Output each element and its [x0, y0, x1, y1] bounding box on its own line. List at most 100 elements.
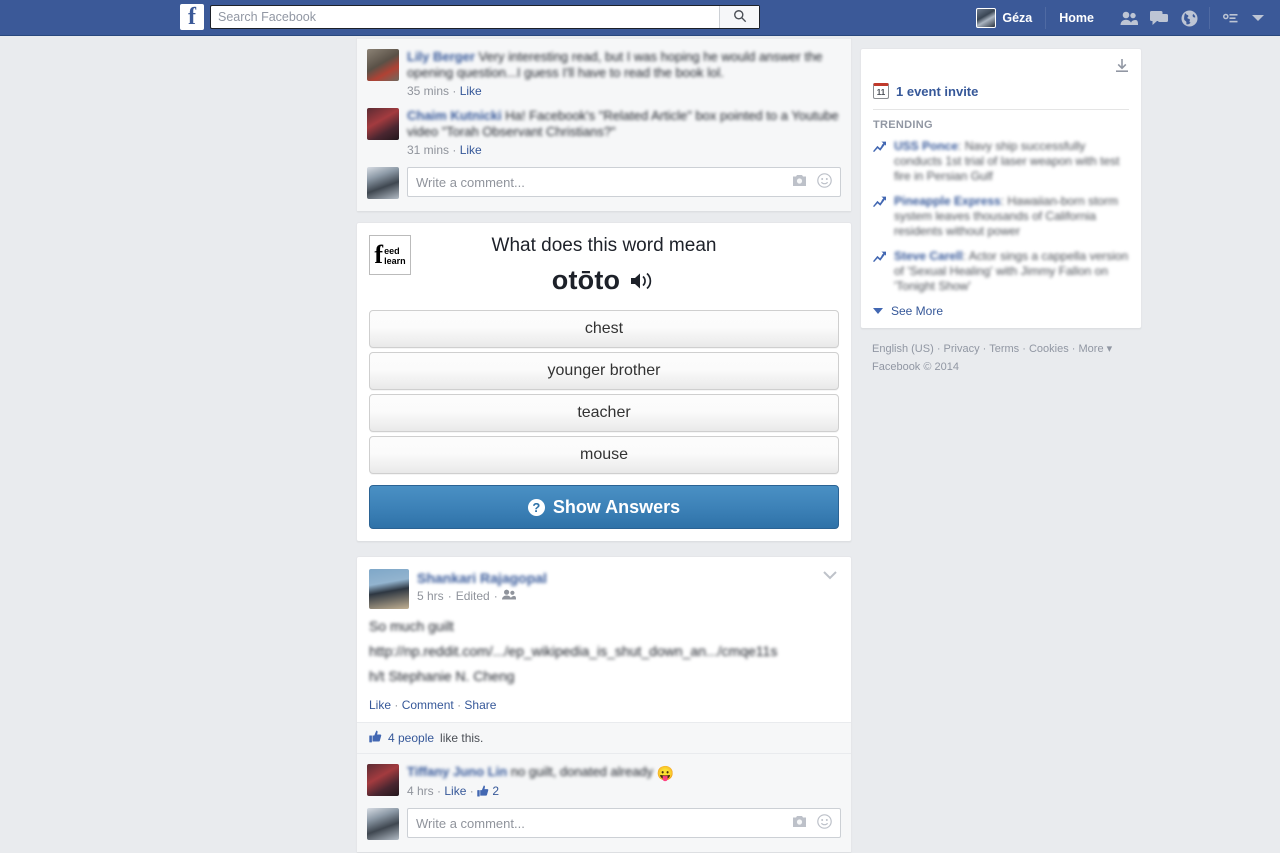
quiz-question-title: What does this word mean [491, 235, 717, 256]
comment-author[interactable]: Lily Berger [407, 49, 475, 64]
comment-input-wrapper[interactable]: Write a comment... [407, 808, 841, 838]
comment-input-placeholder[interactable]: Write a comment... [416, 175, 792, 190]
calendar-icon: 11 [873, 83, 889, 99]
story-timestamp[interactable]: 5 hrs [417, 589, 444, 603]
see-more-label: See More [891, 304, 944, 318]
comment-time: 31 mins [407, 143, 450, 157]
emoji-sticker-icon: 😛 [656, 765, 675, 781]
sidebar-footer: English (US) · Privacy · Terms · Cookies… [860, 340, 1142, 376]
story-actions: Like · Comment · Share [357, 692, 851, 722]
camera-icon[interactable] [792, 815, 807, 831]
story-body: So much guilt http://np.reddit.com/.../e… [357, 609, 851, 686]
comment-item: Lily Berger Very interesting read, but I… [367, 47, 841, 106]
speaker-icon[interactable] [630, 270, 656, 292]
story-text-line-3: h/t Stephanie N. Cheng [369, 668, 515, 684]
story-share-button[interactable]: Share [464, 698, 496, 712]
search-bar[interactable] [210, 5, 760, 29]
quiz-answer-option-4[interactable]: mouse [369, 436, 839, 474]
story-post: Shankari Rajagopal 5 hrs · Edited · So m… [356, 556, 852, 853]
trending-topic[interactable]: Steve Carell [894, 249, 963, 263]
trending-item[interactable]: Steve Carell: Actor sings a cappella ver… [873, 249, 1129, 294]
quiz-card: f eed learn What does this word mean otō… [356, 222, 852, 542]
emoji-icon[interactable] [817, 814, 832, 832]
separator: · [469, 784, 478, 798]
comment-time: 35 mins [407, 84, 450, 98]
like-count-link[interactable]: 4 people [388, 731, 434, 745]
comment-input-wrapper[interactable]: Write a comment... [407, 167, 841, 197]
footer-link-terms[interactable]: Terms [989, 343, 1019, 355]
footer-link-cookies[interactable]: Cookies [1029, 343, 1069, 355]
like-suffix: like this. [440, 731, 484, 745]
right-sidebar: 11 1 event invite TRENDING USS Ponce: Na… [860, 48, 1142, 376]
comments-area: Lily Berger Very interesting read, but I… [357, 38, 851, 211]
comment-like-count: 2 [492, 784, 500, 798]
story-author[interactable]: Shankari Rajagopal [417, 570, 547, 586]
comment-inline-blurred: Tiffany Juno Lin no guilt, donated alrea… [407, 764, 657, 779]
separator: · [452, 143, 460, 157]
trending-topic[interactable]: Pineapple Express [894, 194, 1001, 208]
navbar-icon-group [1115, 4, 1264, 32]
comment-author[interactable]: Tiffany Juno Lin [407, 764, 507, 779]
feedlearn-logo-icon: f eed learn [369, 235, 411, 275]
logo-line-1: eed [384, 246, 400, 256]
trending-text: Steve Carell: Actor sings a cappella ver… [894, 249, 1129, 294]
search-button[interactable] [719, 6, 759, 28]
trending-item[interactable]: Pineapple Express: Hawaiian-born storm s… [873, 194, 1129, 239]
trending-item[interactable]: USS Ponce: Navy ship successfully conduc… [873, 139, 1129, 184]
search-input[interactable] [211, 6, 719, 28]
comment-author[interactable]: Chaim Kutnicki [407, 108, 502, 123]
emoji-icon[interactable] [817, 173, 832, 191]
comment-meta: 35 mins · Like [407, 84, 841, 98]
thumbs-up-icon [369, 730, 382, 746]
home-link[interactable]: Home [1050, 11, 1103, 25]
story-edited-label[interactable]: Edited [456, 589, 490, 603]
friend-requests-icon[interactable] [1115, 4, 1143, 32]
story-link[interactable]: http://np.reddit.com/.../ep_wikipedia_is… [369, 642, 839, 661]
story-comment-button[interactable]: Comment [402, 698, 454, 712]
trending-topic[interactable]: USS Ponce [894, 139, 958, 153]
comment-like-link[interactable]: Like [460, 143, 482, 157]
footer-link-language[interactable]: English (US) [872, 343, 934, 355]
separator: · [452, 84, 460, 98]
comment-body: Chaim Kutnicki Ha! Facebook's "Related A… [407, 108, 841, 157]
footer-more-caret-icon: ▾ [1106, 343, 1113, 355]
event-invite-row[interactable]: 11 1 event invite [873, 83, 1129, 99]
comment-like-link[interactable]: Like [444, 784, 466, 798]
see-more-button[interactable]: See More [873, 304, 1129, 318]
comment-item: Tiffany Juno Lin no guilt, donated alrea… [367, 762, 841, 806]
messages-icon[interactable] [1145, 4, 1173, 32]
avatar[interactable] [369, 569, 409, 609]
footer-link-privacy[interactable]: Privacy [944, 343, 980, 355]
comment-text: Tiffany Juno Lin no guilt, donated alrea… [407, 764, 841, 781]
logo-words: eed learn [384, 246, 406, 266]
camera-icon[interactable] [792, 174, 807, 190]
account-settings-caret-icon[interactable] [1252, 15, 1264, 21]
quiz-answer-option-3[interactable]: teacher [369, 394, 839, 432]
profile-link[interactable]: Géza [967, 4, 1041, 32]
comment-like-link[interactable]: Like [460, 84, 482, 98]
story-like-button[interactable]: Like [369, 698, 391, 712]
notifications-globe-icon[interactable] [1175, 4, 1203, 32]
comment-meta: 4 hrs · Like · 2 [407, 784, 841, 798]
quiz-word-row: otōto [369, 265, 839, 296]
facebook-logo-icon[interactable]: f [180, 4, 204, 30]
show-answers-button[interactable]: ? Show Answers [369, 485, 839, 529]
avatar [367, 49, 399, 81]
sidebar-card: 11 1 event invite TRENDING USS Ponce: Na… [860, 48, 1142, 329]
footer-link-more[interactable]: More [1079, 343, 1104, 355]
chevron-down-icon[interactable] [823, 569, 837, 583]
question-mark-icon: ? [527, 498, 545, 516]
friends-audience-icon[interactable] [501, 589, 516, 603]
trending-header: TRENDING [873, 119, 933, 131]
quiz-answer-option-2[interactable]: younger brother [369, 352, 839, 390]
story-comments-area: Tiffany Juno Lin no guilt, donated alrea… [357, 753, 851, 852]
privacy-shortcuts-icon[interactable] [1216, 4, 1244, 32]
download-icon[interactable] [1115, 59, 1129, 76]
quiz-answer-option-1[interactable]: chest [369, 310, 839, 348]
divider [1045, 7, 1047, 29]
profile-name: Géza [1002, 11, 1033, 25]
trending-text: USS Ponce: Navy ship successfully conduc… [894, 139, 1129, 184]
comment-input-placeholder[interactable]: Write a comment... [416, 816, 792, 831]
event-invite-label[interactable]: 1 event invite [896, 84, 978, 99]
composer-icons [792, 814, 832, 832]
